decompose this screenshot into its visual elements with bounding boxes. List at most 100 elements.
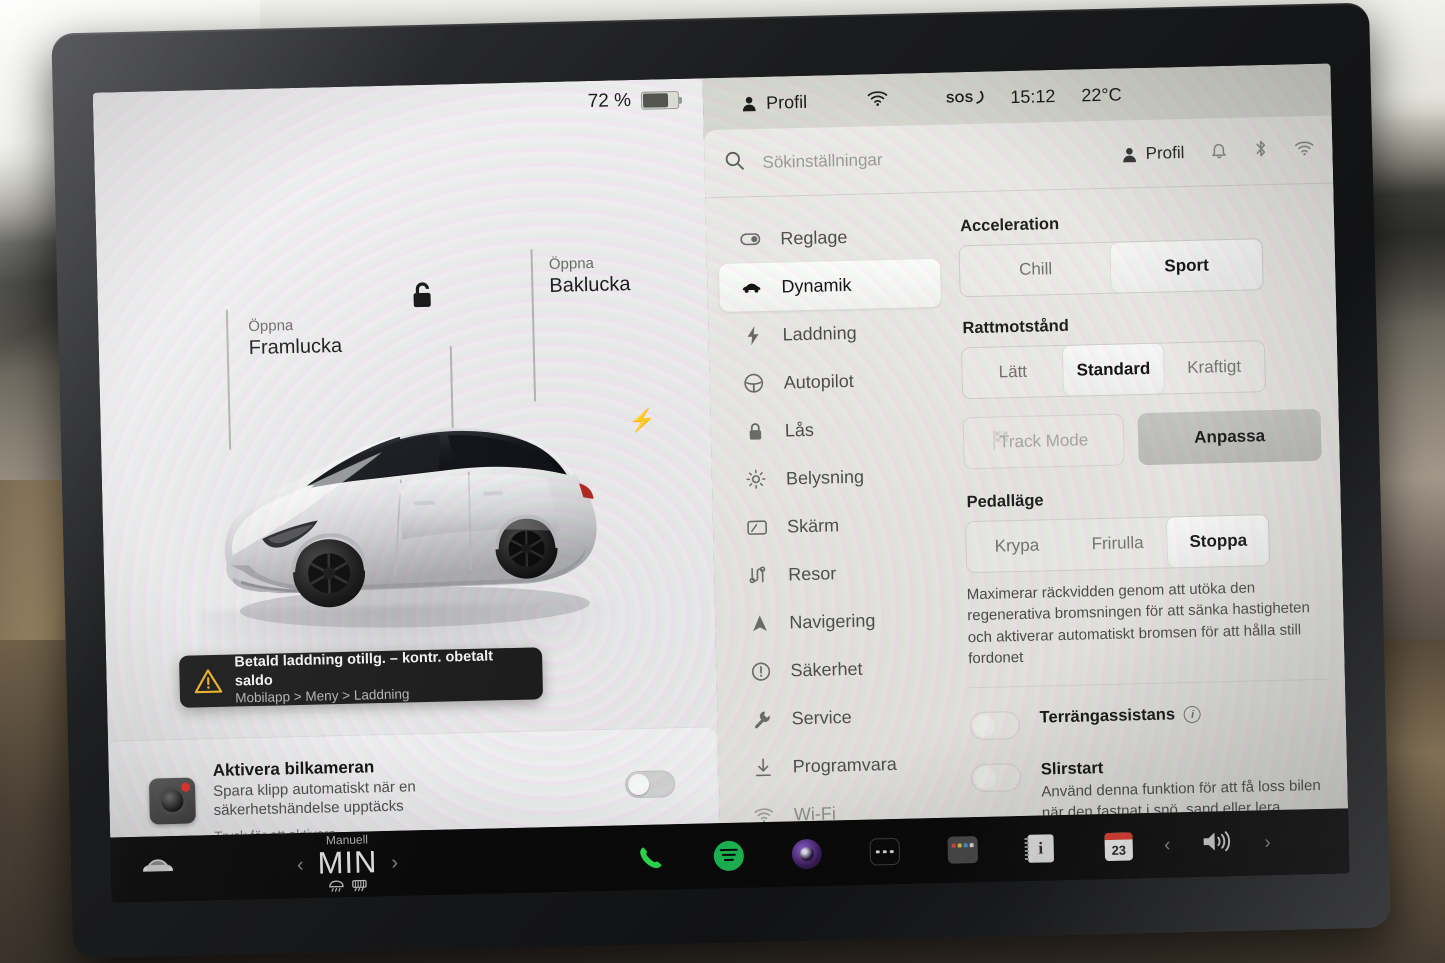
steering-label: Rattmotstånd xyxy=(962,316,1070,338)
calendar-date-badge: 23 xyxy=(1111,842,1127,858)
statusbar-time: 15:12 xyxy=(1010,85,1056,107)
pedal-option-stoppa[interactable]: Stoppa xyxy=(1167,515,1270,568)
track-mode-toggle[interactable]: Track Mode xyxy=(962,413,1125,470)
statusbar-profile-label: Profil xyxy=(765,91,808,113)
charging-alert-toast[interactable]: Betald laddning otillg. – kontr. obetalt… xyxy=(178,647,544,708)
sidebar-item-label: Reglage xyxy=(780,226,848,249)
defrost-front-icon[interactable] xyxy=(328,879,344,895)
owners-manual-icon[interactable]: i xyxy=(1024,832,1057,865)
steering-option-latt[interactable]: Lätt xyxy=(962,346,1064,398)
steering-segmented-control[interactable]: Lätt Standard Kraftigt xyxy=(960,340,1267,400)
offroad-assist-row[interactable]: Terrängassistans i xyxy=(969,702,1328,741)
battery-icon xyxy=(640,90,683,110)
exclamation-circle-icon xyxy=(750,661,770,681)
climate-control: ‹ Manuell MIN › xyxy=(296,831,399,898)
sidebar-item-label: Belysning xyxy=(785,466,865,488)
sidebar-item-autopilot[interactable]: Autopilot xyxy=(721,355,943,408)
pedal-option-frirulla[interactable]: Frirulla xyxy=(1067,517,1169,569)
camera-app-icon[interactable] xyxy=(790,837,823,870)
sidebar-item-resor[interactable]: Resor xyxy=(726,547,948,600)
checkered-flag-icon xyxy=(990,429,1013,457)
offroad-assist-title: Terrängassistans xyxy=(1039,705,1176,727)
climate-temperature-display[interactable]: Manuell MIN xyxy=(317,832,378,896)
charge-bolt-icon: ⚡ xyxy=(628,407,657,434)
acceleration-option-chill[interactable]: Chill xyxy=(960,243,1112,297)
sidebar-item-programvara[interactable]: Programvara xyxy=(730,739,952,792)
pedal-option-krypa[interactable]: Krypa xyxy=(966,520,1068,572)
dashcam-prompt-card[interactable]: Aktivera bilkameran Spara klipp automati… xyxy=(107,726,719,838)
frunk-callout-label: Framlucka xyxy=(248,334,343,359)
volume-icon[interactable] xyxy=(1200,828,1235,860)
sidebar-item-label: Skärm xyxy=(786,514,840,536)
more-apps-icon[interactable] xyxy=(868,835,901,868)
wrench-icon xyxy=(751,709,771,728)
sidebar-item-label: Autopilot xyxy=(783,370,854,392)
offroad-assist-toggle[interactable] xyxy=(969,711,1021,741)
warning-triangle-icon xyxy=(194,669,223,694)
car-front-icon[interactable] xyxy=(141,857,176,881)
wifi-icon[interactable] xyxy=(1294,139,1314,160)
settings-profile-button[interactable]: Profil xyxy=(1121,142,1185,164)
sidebar-item-sakerhet[interactable]: Säkerhet xyxy=(728,643,950,696)
search-icon xyxy=(724,150,745,175)
trunk-callout[interactable]: Öppna Baklucka xyxy=(530,249,631,402)
bluetooth-icon[interactable] xyxy=(1253,139,1269,163)
sidebar-item-dynamik[interactable]: Dynamik xyxy=(718,258,941,312)
bolt-icon xyxy=(742,325,762,345)
sidebar-item-las[interactable]: Lås xyxy=(722,403,944,456)
sidebar-item-label: Resor xyxy=(787,562,837,584)
track-mode-row: Track Mode Anpassa xyxy=(962,408,1322,470)
sun-brightness-icon xyxy=(746,469,766,489)
sidebar-item-service[interactable]: Service xyxy=(729,691,951,744)
statusbar-wifi-icon[interactable] xyxy=(867,89,888,110)
calculator-app-icon[interactable] xyxy=(946,834,979,867)
chevron-left-icon[interactable]: ‹ xyxy=(297,854,304,877)
sidebar-item-skarm[interactable]: Skärm xyxy=(725,499,947,552)
track-mode-customize-button[interactable]: Anpassa xyxy=(1137,408,1322,466)
volume-control: ‹ › xyxy=(1163,810,1271,877)
sidebar-item-label: Programvara xyxy=(792,753,897,776)
chevron-left-icon[interactable]: ‹ xyxy=(1164,834,1171,856)
steering-option-kraftigt[interactable]: Kraftigt xyxy=(1163,341,1265,393)
chevron-right-icon[interactable]: › xyxy=(1264,832,1271,854)
wifi-icon xyxy=(754,807,774,823)
person-icon xyxy=(1123,147,1137,162)
frunk-callout[interactable]: Öppna Framlucka xyxy=(225,309,343,450)
statusbar-sos-indicator[interactable]: SOS xyxy=(946,90,987,106)
sidebar-item-navigering[interactable]: Navigering xyxy=(727,595,949,648)
display-icon xyxy=(747,519,768,535)
chevron-right-icon[interactable]: › xyxy=(391,852,398,875)
steering-wheel-icon xyxy=(743,373,764,393)
unlocked-padlock-icon[interactable] xyxy=(409,280,436,316)
slip-start-toggle[interactable] xyxy=(970,763,1022,793)
info-circle-icon[interactable]: i xyxy=(1183,705,1202,724)
steering-option-standard[interactable]: Standard xyxy=(1062,343,1165,396)
bell-icon[interactable] xyxy=(1210,140,1228,163)
vehicle-visualization-pane: 72 % Öppna Framlucka Öppna Baklucka ⚡ Be… xyxy=(92,78,721,838)
trunk-callout-kicker: Öppna xyxy=(548,254,595,273)
sidebar-item-label: Lås xyxy=(784,419,815,440)
acceleration-label: Acceleration xyxy=(959,214,1060,236)
toggle-switch-icon xyxy=(740,233,761,246)
sidebar-item-belysning[interactable]: Belysning xyxy=(723,451,945,504)
sidebar-item-reglage[interactable]: Reglage xyxy=(718,211,940,264)
pedal-segmented-control[interactable]: Krypa Frirulla Stoppa xyxy=(965,514,1271,574)
statusbar-profile[interactable]: Profil xyxy=(741,91,807,114)
settings-profile-label: Profil xyxy=(1145,142,1185,163)
sidebar-item-laddning[interactable]: Laddning xyxy=(720,307,942,360)
calendar-app-icon[interactable]: 23 xyxy=(1102,830,1135,863)
vehicle-render[interactable] xyxy=(184,370,640,651)
sidebar-item-label: Navigering xyxy=(789,609,876,632)
settings-content: Acceleration Chill Sport Rattmotstånd Lä… xyxy=(957,183,1348,822)
navigation-arrow-icon xyxy=(749,613,769,632)
spotify-app-icon[interactable] xyxy=(712,839,745,872)
search-input[interactable] xyxy=(762,145,1063,173)
acceleration-option-sport[interactable]: Sport xyxy=(1110,239,1263,293)
dashcam-toggle[interactable] xyxy=(624,770,676,799)
defrost-rear-icon[interactable] xyxy=(351,879,367,895)
settings-sidebar: Reglage Dynamik Laddning Autopilot Lås B… xyxy=(705,193,965,823)
sidebar-item-label: Laddning xyxy=(782,322,857,345)
tesla-screen: 72 % Öppna Framlucka Öppna Baklucka ⚡ Be… xyxy=(92,63,1350,903)
acceleration-segmented-control[interactable]: Chill Sport xyxy=(958,238,1264,298)
phone-app-icon[interactable] xyxy=(634,841,667,874)
